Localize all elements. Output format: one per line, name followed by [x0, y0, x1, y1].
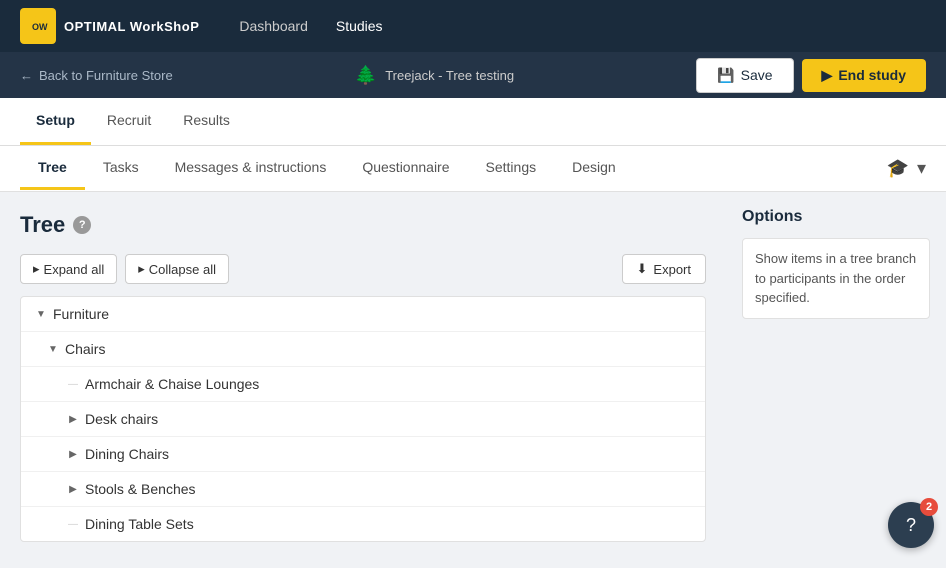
tree-row[interactable]: ▼ Chairs [21, 332, 705, 367]
help-bubble[interactable]: 2 ? [888, 502, 934, 548]
study-name: Treejack - Tree testing [385, 68, 514, 83]
graduation-icon-btn[interactable]: 🎓 [887, 158, 909, 179]
logo-text: OPTIMAL WorkShoP [64, 19, 199, 34]
back-arrow-icon: ← [20, 68, 33, 83]
main-content: Tree ? ▸ Expand all ▸ Collapse all ⬇ Exp… [0, 192, 946, 568]
toggle-desk-chairs: ▶ [65, 411, 81, 427]
back-link-label: Back to Furniture Store [39, 68, 173, 83]
nav-links: Dashboard Studies [239, 18, 382, 34]
collapse-all-button[interactable]: ▸ Collapse all [125, 254, 229, 284]
tree-row[interactable]: ▶ Dining Chairs [21, 437, 705, 472]
download-icon: ⬇ [637, 261, 648, 277]
toggle-dining-chairs: ▶ [65, 446, 81, 462]
toggle-armchair: — [65, 376, 81, 392]
expand-all-button[interactable]: ▸ Expand all [20, 254, 117, 284]
tree-title: Tree ? [20, 212, 706, 238]
svg-text:OW: OW [32, 22, 48, 32]
section-tabs: Tree Tasks Messages & instructions Quest… [20, 147, 634, 190]
chevron-down-btn[interactable]: ▾ [917, 158, 926, 179]
tree-row[interactable]: ▶ Stools & Benches [21, 472, 705, 507]
tree-toolbar: ▸ Expand all ▸ Collapse all ⬇ Export [20, 254, 706, 284]
toggle-dining-table: — [65, 516, 81, 532]
tree-toolbar-left: ▸ Expand all ▸ Collapse all [20, 254, 229, 284]
save-button[interactable]: 💾 Save [696, 58, 793, 93]
end-study-icon: ▶ [822, 67, 833, 84]
tab-setup[interactable]: Setup [20, 98, 91, 145]
section-nav: Tree Tasks Messages & instructions Quest… [0, 146, 946, 192]
study-info: 🌲 Treejack - Tree testing [355, 65, 514, 86]
tab-tree[interactable]: Tree [20, 147, 85, 190]
help-badge: 2 [920, 498, 938, 516]
toggle-stools: ▶ [65, 481, 81, 497]
tab-results[interactable]: Results [167, 98, 246, 145]
treejack-icon: 🌲 [355, 65, 377, 86]
expand-icon: ▸ [33, 261, 40, 277]
help-icon[interactable]: ? [73, 216, 91, 234]
tree-row[interactable]: ▶ Desk chairs [21, 402, 705, 437]
export-button[interactable]: ⬇ Export [622, 254, 706, 284]
end-study-button[interactable]: ▶ End study [802, 59, 926, 92]
options-info-text: Show items in a tree branch to participa… [742, 238, 930, 319]
tab-design[interactable]: Design [554, 147, 634, 190]
tree-panel: Tree ? ▸ Expand all ▸ Collapse all ⬇ Exp… [0, 192, 726, 568]
tree-container: ▼ Furniture ▼ Chairs — Armchair & Chaise… [20, 296, 706, 542]
setup-tabs: Setup Recruit Results [0, 98, 946, 146]
save-icon: 💾 [717, 67, 734, 84]
tab-questionnaire[interactable]: Questionnaire [344, 147, 467, 190]
tab-tasks[interactable]: Tasks [85, 147, 157, 190]
tab-messages[interactable]: Messages & instructions [157, 147, 345, 190]
tab-settings[interactable]: Settings [468, 147, 555, 190]
tab-recruit[interactable]: Recruit [91, 98, 167, 145]
top-navigation: OW OPTIMAL WorkShoP Dashboard Studies [0, 0, 946, 52]
sub-header: ← Back to Furniture Store 🌲 Treejack - T… [0, 52, 946, 98]
back-link[interactable]: ← Back to Furniture Store [20, 68, 173, 83]
help-bubble-icon: ? [906, 515, 916, 536]
section-tab-actions: 🎓 ▾ [887, 158, 926, 179]
nav-dashboard[interactable]: Dashboard [239, 18, 308, 34]
toggle-chairs: ▼ [45, 341, 61, 357]
nav-studies[interactable]: Studies [336, 18, 383, 34]
logo[interactable]: OW OPTIMAL WorkShoP [20, 8, 199, 44]
action-buttons: 💾 Save ▶ End study [696, 58, 926, 93]
tree-row[interactable]: ▼ Furniture [21, 297, 705, 332]
options-title: Options [742, 208, 930, 226]
tree-row[interactable]: — Dining Table Sets [21, 507, 705, 541]
toggle-furniture: ▼ [33, 306, 49, 322]
tree-row[interactable]: — Armchair & Chaise Lounges [21, 367, 705, 402]
collapse-icon: ▸ [138, 261, 145, 277]
logo-icon: OW [20, 8, 56, 44]
